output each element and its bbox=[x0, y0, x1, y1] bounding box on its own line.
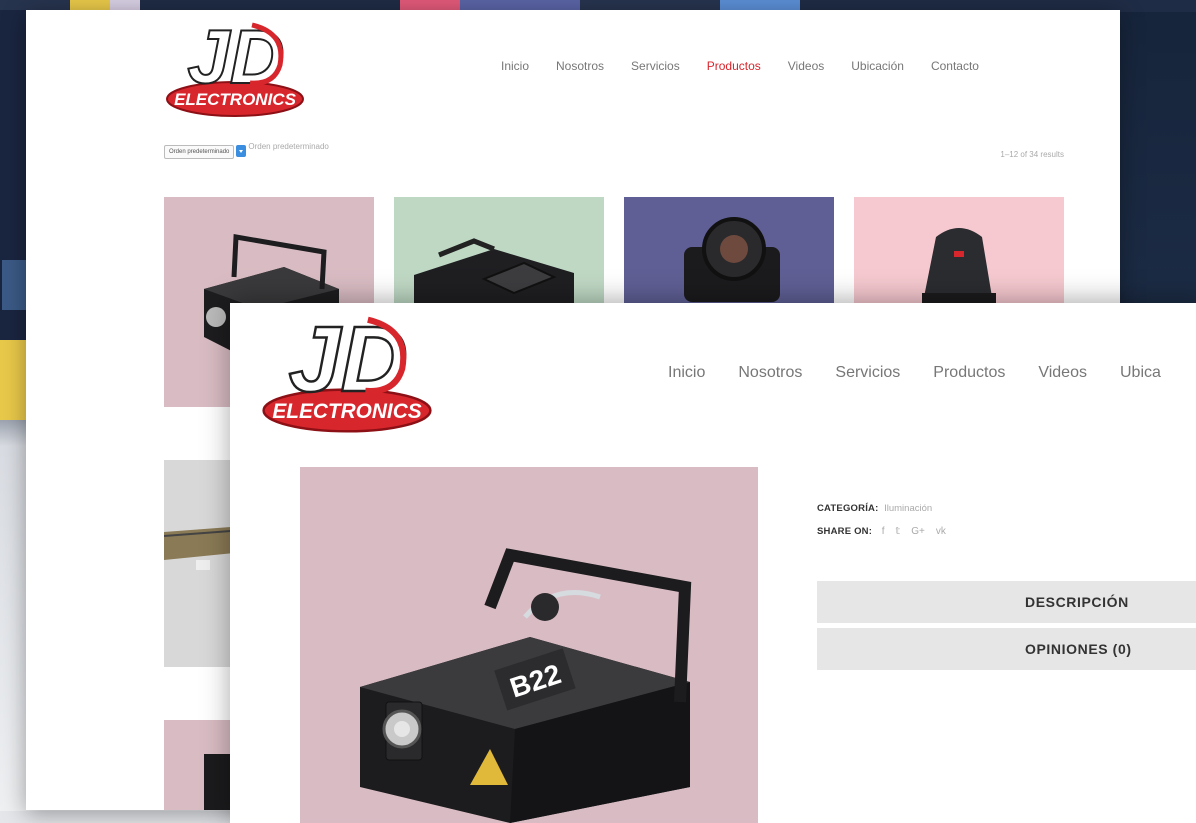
share-label: SHARE ON: bbox=[817, 526, 873, 537]
product-tile-moving-head[interactable] bbox=[624, 197, 834, 317]
tab-descripcion[interactable]: DESCRIPCIÓN bbox=[817, 581, 1196, 623]
product-page-screenshot: ELECTRONICS JD Inicio Nosotros Servicios… bbox=[230, 303, 1196, 823]
fog-machine-2-image bbox=[394, 197, 604, 317]
nav-inicio[interactable]: Inicio bbox=[668, 364, 705, 382]
facebook-icon[interactable]: f bbox=[882, 526, 885, 537]
twitter-icon[interactable]: 𝕥 bbox=[896, 526, 901, 537]
nav-videos[interactable]: Videos bbox=[788, 59, 824, 73]
nav-servicios[interactable]: Servicios bbox=[631, 59, 680, 73]
fog-machine-large-image: B22 bbox=[300, 467, 758, 823]
chevron-down-icon[interactable] bbox=[236, 145, 247, 157]
sort-control: Orden predeterminado Orden predeterminad… bbox=[164, 142, 338, 159]
scanner-image bbox=[854, 197, 1064, 317]
background-screen bbox=[2, 260, 26, 310]
category-row: CATEGORÍA: Iluminación bbox=[817, 503, 946, 514]
logo-letters: JD bbox=[187, 15, 284, 100]
product-main-nav: Inicio Nosotros Servicios Productos Vide… bbox=[668, 364, 1194, 382]
share-row: SHARE ON: f 𝕥 G+ vk bbox=[817, 526, 946, 537]
nav-ubicacion[interactable]: Ubica bbox=[1120, 364, 1161, 382]
listing-main-nav: Inicio Nosotros Servicios Productos Vide… bbox=[501, 59, 1006, 73]
logo-graphic-large: ELECTRONICS JD bbox=[262, 306, 432, 433]
sort-select[interactable]: Orden predeterminado bbox=[164, 145, 235, 159]
logo-letters-large: JD bbox=[289, 307, 408, 411]
category-link[interactable]: Iluminación bbox=[884, 503, 932, 514]
product-tile-scanner[interactable] bbox=[854, 197, 1064, 317]
jd-electronics-logo-large[interactable]: ELECTRONICS JD bbox=[258, 305, 436, 435]
nav-servicios[interactable]: Servicios bbox=[835, 364, 900, 382]
nav-inicio[interactable]: Inicio bbox=[501, 59, 529, 73]
results-count: 1–12 of 34 results bbox=[1000, 150, 1064, 159]
nav-nosotros[interactable]: Nosotros bbox=[556, 59, 604, 73]
moving-head-image bbox=[624, 197, 834, 317]
vk-icon[interactable]: vk bbox=[936, 526, 946, 537]
logo-graphic: ELECTRONICS JD bbox=[166, 14, 304, 117]
product-meta: CATEGORÍA: Iluminación SHARE ON: f 𝕥 G+ … bbox=[817, 503, 946, 549]
google-plus-icon[interactable]: G+ bbox=[911, 526, 925, 537]
nav-videos[interactable]: Videos bbox=[1038, 364, 1087, 382]
category-label: CATEGORÍA: bbox=[817, 503, 879, 514]
product-tile-fog-machine-2[interactable] bbox=[394, 197, 604, 317]
nav-productos[interactable]: Productos bbox=[933, 364, 1005, 382]
product-main-image[interactable]: B22 bbox=[300, 467, 758, 823]
sort-label: Orden predeterminado bbox=[248, 142, 329, 151]
jd-electronics-logo[interactable]: ELECTRONICS JD bbox=[164, 13, 306, 119]
nav-productos[interactable]: Productos bbox=[707, 59, 761, 73]
nav-nosotros[interactable]: Nosotros bbox=[738, 364, 802, 382]
tab-opiniones[interactable]: OPINIONES (0) bbox=[817, 628, 1196, 670]
nav-contacto[interactable]: Contacto bbox=[931, 59, 979, 73]
nav-ubicacion[interactable]: Ubicación bbox=[851, 59, 904, 73]
